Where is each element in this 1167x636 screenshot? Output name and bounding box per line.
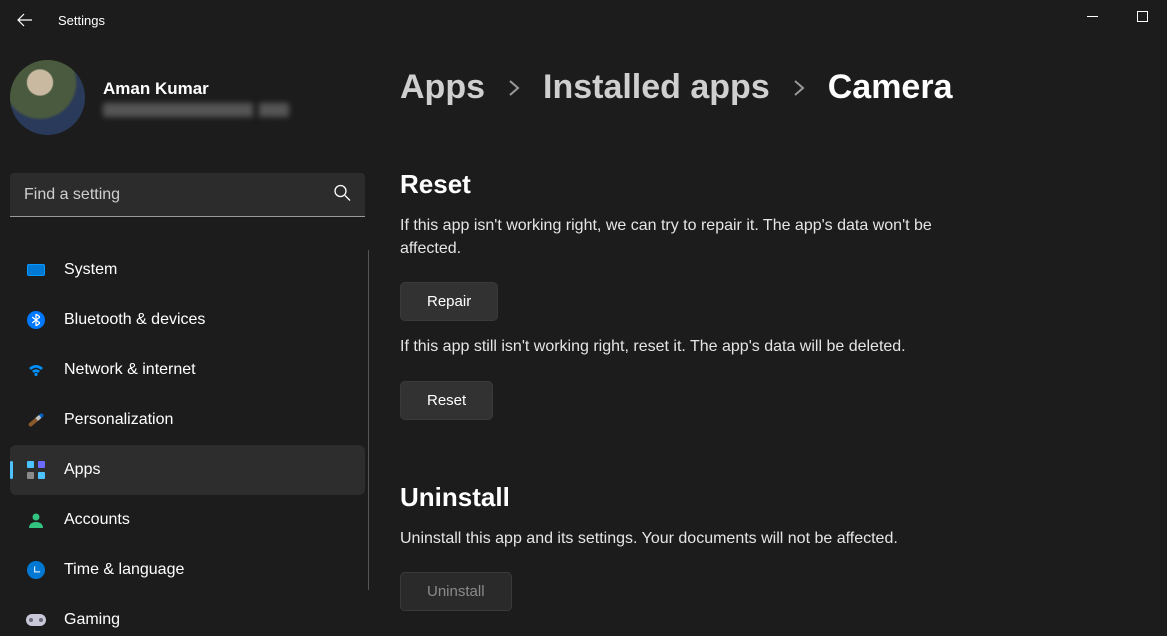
search-input[interactable] (10, 173, 365, 217)
search-wrap (10, 173, 365, 217)
uninstall-section-title: Uninstall (400, 482, 1137, 513)
sidebar-item-label: Apps (64, 461, 100, 479)
apps-icon (26, 460, 46, 480)
sidebar-item-label: Personalization (64, 411, 173, 429)
search-icon[interactable] (333, 184, 351, 207)
sidebar-item-label: Gaming (64, 611, 120, 629)
sidebar-item-label: Bluetooth & devices (64, 311, 205, 329)
content: Apps Installed apps Camera Reset If this… (385, 40, 1167, 636)
scrollbar[interactable] (368, 250, 369, 590)
display-icon (26, 260, 46, 280)
breadcrumb-installed-apps[interactable]: Installed apps (543, 68, 770, 107)
reset-button[interactable]: Reset (400, 381, 493, 420)
chevron-right-icon (792, 68, 806, 107)
window-controls (1067, 0, 1167, 32)
sidebar-item-apps[interactable]: Apps (10, 445, 365, 495)
repair-button[interactable]: Repair (400, 282, 498, 321)
avatar (10, 60, 85, 135)
sidebar-item-gaming[interactable]: Gaming (10, 595, 365, 636)
profile[interactable]: Aman Kumar (10, 40, 365, 155)
sidebar-item-label: System (64, 261, 117, 279)
sidebar-item-system[interactable]: System (10, 245, 365, 295)
person-icon (26, 510, 46, 530)
uninstall-button[interactable]: Uninstall (400, 572, 512, 611)
wifi-icon (26, 360, 46, 380)
sidebar-item-network[interactable]: Network & internet (10, 345, 365, 395)
titlebar: Settings (0, 0, 1167, 40)
sidebar-item-bluetooth[interactable]: Bluetooth & devices (10, 295, 365, 345)
uninstall-description: Uninstall this app and its settings. You… (400, 527, 1137, 550)
profile-name: Aman Kumar (103, 79, 289, 99)
sidebar-item-label: Time & language (64, 561, 184, 579)
maximize-icon (1137, 11, 1148, 22)
gamepad-icon (26, 610, 46, 630)
breadcrumb: Apps Installed apps Camera (400, 68, 1137, 107)
minimize-button[interactable] (1067, 0, 1117, 32)
sidebar-item-time-language[interactable]: Time & language (10, 545, 365, 595)
maximize-button[interactable] (1117, 0, 1167, 32)
minimize-icon (1087, 11, 1098, 22)
reset-description: If this app still isn't working right, r… (400, 335, 1137, 358)
reset-section-title: Reset (400, 169, 1137, 200)
sidebar-item-label: Network & internet (64, 361, 196, 379)
breadcrumb-apps[interactable]: Apps (400, 68, 485, 107)
breadcrumb-current: Camera (828, 68, 953, 107)
sidebar-item-personalization[interactable]: Personalization (10, 395, 365, 445)
nav: System Bluetooth & devices Network & int… (10, 245, 365, 636)
arrow-left-icon (17, 12, 33, 28)
sidebar: Aman Kumar System Bluetooth & devices (0, 40, 385, 636)
chevron-right-icon (507, 68, 521, 107)
back-button[interactable] (10, 5, 40, 35)
clock-icon (26, 560, 46, 580)
window-title: Settings (58, 13, 105, 28)
profile-email-hidden (103, 103, 289, 117)
repair-description: If this app isn't working right, we can … (400, 214, 970, 260)
bluetooth-icon (26, 310, 46, 330)
sidebar-item-accounts[interactable]: Accounts (10, 495, 365, 545)
sidebar-item-label: Accounts (64, 511, 130, 529)
paintbrush-icon (26, 410, 46, 430)
